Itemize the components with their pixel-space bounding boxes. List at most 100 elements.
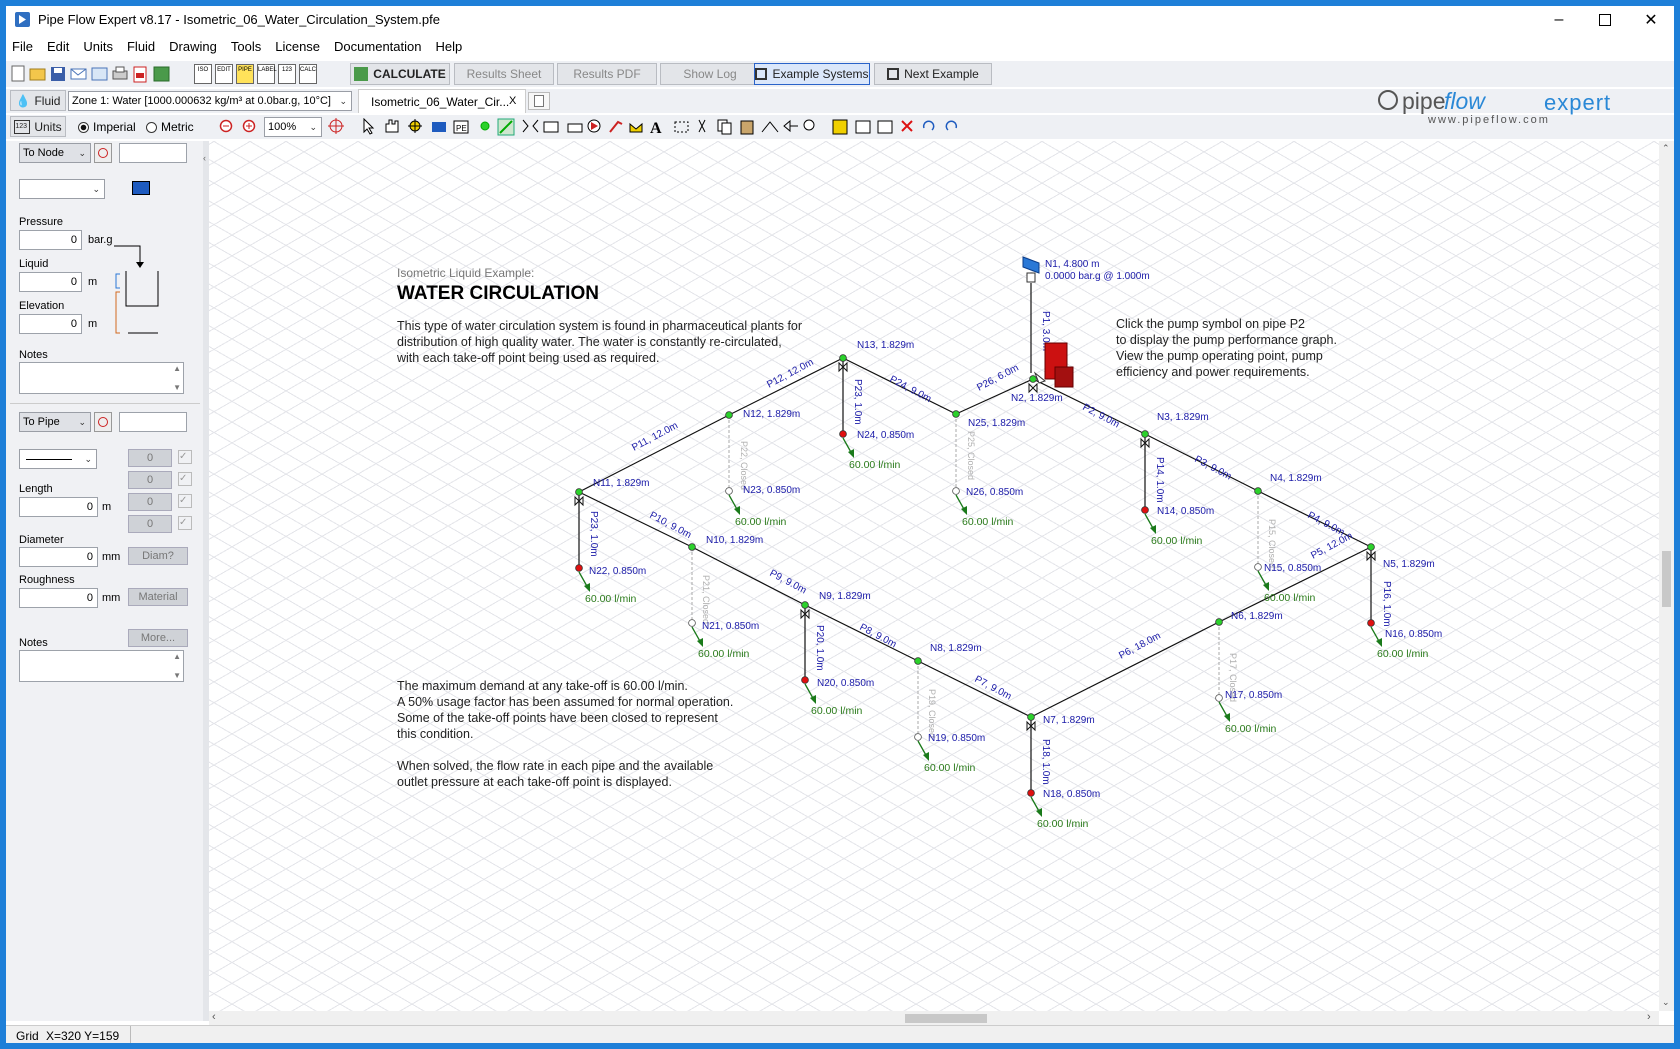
line-style-select[interactable]: ⌄ (19, 449, 97, 469)
scroll-up-icon[interactable]: ▲ (173, 364, 181, 373)
node-N22[interactable] (575, 564, 583, 572)
pipe-label-19[interactable]: P26, 6.0m (975, 363, 1020, 394)
node-N5[interactable] (1367, 543, 1375, 551)
tank-N1-icon[interactable] (1022, 256, 1040, 274)
pump-motor-icon[interactable] (1054, 366, 1074, 388)
tab-close-icon[interactable]: X (509, 95, 516, 107)
node-label-N4[interactable]: N4, 1.829m (1270, 473, 1322, 484)
node-N2[interactable] (1029, 375, 1037, 383)
to-node-select[interactable]: To Node ⌄ (19, 143, 91, 163)
node-label-N3[interactable]: N3, 1.829m (1157, 412, 1209, 423)
scroll-down-icon[interactable]: ▼ (173, 383, 181, 392)
node-label-N14[interactable]: N14, 0.850m (1157, 506, 1214, 517)
flow-label-N15[interactable]: 60.00 l/min (1264, 592, 1316, 604)
checkbox-1[interactable]: ✓ (178, 450, 192, 464)
branch-label-15[interactable]: P18, 1.0m (1040, 739, 1051, 785)
checkbox-2[interactable]: ✓ (178, 472, 192, 486)
node-N26[interactable] (952, 487, 960, 495)
fluid-button[interactable]: 💧 Fluid (10, 90, 66, 111)
node-N11[interactable] (575, 488, 583, 496)
pipe-label-5[interactable]: P6, 18.0m (1117, 631, 1162, 662)
node-label-N16[interactable]: N16, 0.850m (1385, 629, 1442, 640)
liquid-input[interactable]: 0 (19, 272, 82, 292)
calculate-button[interactable]: CALCULATE (350, 63, 450, 85)
maximize-button[interactable] (1582, 6, 1628, 34)
node-notes-input[interactable]: ▲ ▼ (19, 362, 184, 394)
results-pdf-button[interactable]: Results PDF (557, 63, 657, 85)
node-N17[interactable] (1215, 694, 1223, 702)
flow-label-N21[interactable]: 60.00 l/min (698, 648, 750, 660)
drawing-canvas[interactable]: Isometric Liquid Example: WATER CIRCULAT… (209, 141, 1659, 1011)
node-label-N6[interactable]: N6, 1.829m (1231, 611, 1283, 622)
menu-help[interactable]: Help (428, 36, 469, 57)
node-N9[interactable] (801, 601, 809, 609)
node-N3[interactable] (1141, 430, 1149, 438)
drawing-tools[interactable]: PE A (328, 118, 1028, 136)
menu-tools[interactable]: Tools (224, 36, 268, 57)
node-N24[interactable] (839, 430, 847, 438)
closed-label-0[interactable]: P15, Closed (1267, 519, 1277, 568)
node-label-N26[interactable]: N26, 0.850m (966, 487, 1023, 498)
node-N10[interactable] (688, 543, 696, 551)
node-N23[interactable] (725, 487, 733, 495)
flow-label-N23[interactable]: 60.00 l/min (735, 516, 787, 528)
outflow-arrow-head[interactable] (1036, 808, 1042, 817)
checkbox-4[interactable]: ✓ (178, 516, 192, 530)
scroll-down-icon[interactable]: ▼ (173, 671, 181, 680)
pump-pointer-icon[interactable] (1033, 371, 1047, 384)
flow-label-N17[interactable]: 60.00 l/min (1225, 723, 1277, 735)
valve-icon[interactable] (1028, 382, 1038, 394)
scroll-right-arrow-icon[interactable]: › (1647, 1011, 1651, 1023)
pipe-label-8[interactable]: P9, 9.0m (768, 568, 809, 597)
imperial-radio[interactable]: Imperial (78, 120, 136, 134)
more-button[interactable]: More... (128, 629, 188, 647)
scroll-up-arrow-icon[interactable]: ⌃ (1662, 143, 1670, 154)
edit-mode-icon[interactable]: EDIT (215, 64, 233, 84)
scroll-up-icon[interactable]: ▲ (173, 652, 181, 661)
node-N15[interactable] (1254, 563, 1262, 571)
pipe-label-18[interactable]: P24, 9.0m (888, 374, 933, 405)
node-label-N18[interactable]: N18, 0.850m (1043, 789, 1100, 800)
tab-drawing[interactable]: Isometric_06_Water_Cir... X (358, 89, 526, 113)
pipe-id-input[interactable] (119, 412, 187, 432)
tank-N1-label[interactable]: N1, 4.800 m (1045, 259, 1099, 270)
node-N19[interactable] (914, 733, 922, 741)
flow-label-N18[interactable]: 60.00 l/min (1037, 818, 1089, 830)
node-label-N9[interactable]: N9, 1.829m (819, 591, 871, 602)
pipe-notes-input[interactable]: ▲ ▼ (19, 650, 184, 682)
horizontal-scrollbar[interactable]: ‹ › (209, 1011, 1659, 1025)
node-N18[interactable] (1027, 789, 1035, 797)
fitting-button-3[interactable]: 0 (128, 493, 172, 511)
outflow-arrow-head[interactable] (1376, 638, 1382, 647)
flow-label-N24[interactable]: 60.00 l/min (849, 459, 901, 471)
menu-file[interactable]: File (6, 36, 40, 57)
pipe-label-4[interactable]: P5, 12.0m (1309, 531, 1354, 562)
closed-label-5[interactable]: P25, Closed (966, 431, 976, 480)
fitting-button-2[interactable]: 0 (128, 471, 172, 489)
flow-label-N19[interactable]: 60.00 l/min (924, 762, 976, 774)
node-N21[interactable] (688, 619, 696, 627)
node-N7[interactable] (1027, 713, 1035, 721)
pipe-labels-icon[interactable]: PIPE (236, 64, 254, 84)
diam-button[interactable]: Diam? (128, 547, 188, 565)
menu-documentation[interactable]: Documentation (327, 36, 428, 57)
node-label-N13[interactable]: N13, 1.829m (857, 340, 914, 351)
node-N6[interactable] (1215, 618, 1223, 626)
outflow-arrow-head[interactable] (697, 638, 703, 647)
outflow-arrow-head[interactable] (810, 695, 816, 704)
flow-label-N16[interactable]: 60.00 l/min (1377, 648, 1429, 660)
node-label-N10[interactable]: N10, 1.829m (706, 535, 763, 546)
flow-label-N22[interactable]: 60.00 l/min (585, 593, 637, 605)
label-icon[interactable]: LABEL (257, 64, 277, 84)
pipe-N12-N13[interactable] (728, 357, 844, 416)
node-N4[interactable] (1254, 487, 1262, 495)
outflow-arrow-head[interactable] (1263, 582, 1269, 591)
next-example-button[interactable]: Next Example (874, 63, 992, 85)
menu-edit[interactable]: Edit (40, 36, 76, 57)
menu-units[interactable]: Units (76, 36, 120, 57)
menu-license[interactable]: License (268, 36, 327, 57)
menu-drawing[interactable]: Drawing (162, 36, 224, 57)
node-label-N12[interactable]: N12, 1.829m (743, 409, 800, 420)
node-label-N15[interactable]: N15, 0.850m (1264, 563, 1321, 574)
pipe-label-7[interactable]: P8, 9.0m (858, 622, 899, 651)
